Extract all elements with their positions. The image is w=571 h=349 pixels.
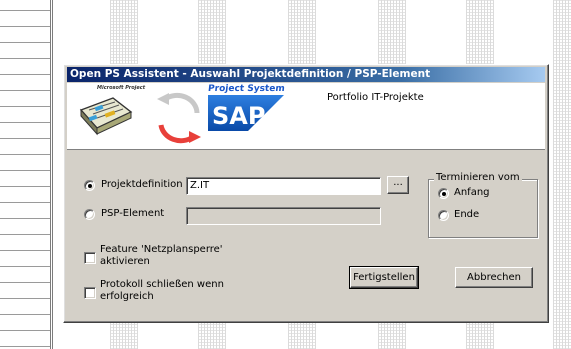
ende-label: Ende <box>454 209 480 220</box>
protokoll-checkbox[interactable] <box>84 287 96 299</box>
protokoll-label-line1: Protokoll schließen wenn <box>100 279 224 290</box>
projektdefinition-label: Projektdefinition <box>101 179 183 190</box>
projektdefinition-input[interactable]: Z.IT <box>186 177 381 195</box>
psp-element-input[interactable] <box>186 207 381 225</box>
netzplansperre-label-line2: aktivieren <box>100 256 150 267</box>
portfolio-text: Portfolio IT-Projekte <box>327 92 424 103</box>
dialog-header-banner: Microsoft Project Project System SAP Por… <box>67 83 545 150</box>
netzplansperre-label-line1: Feature 'Netzplansperre' <box>100 244 223 255</box>
ende-radio[interactable] <box>438 210 449 221</box>
browse-button[interactable]: ... <box>387 176 409 194</box>
psp-element-label: PSP-Element <box>101 208 165 219</box>
sheet-divider-line <box>52 0 53 349</box>
netzplansperre-checkbox[interactable] <box>84 252 96 264</box>
row-header-column <box>0 0 50 349</box>
open-ps-assistant-dialog: Open PS Assistent - Auswahl Projektdefin… <box>63 64 549 323</box>
protokoll-label-line2: erfolgreich <box>100 291 154 302</box>
fertigstellen-button[interactable]: Fertigstellen <box>349 266 419 289</box>
ms-project-label: Microsoft Project <box>97 85 146 91</box>
psp-element-radio[interactable] <box>84 209 95 220</box>
abbrechen-button[interactable]: Abbrechen <box>455 267 533 288</box>
anfang-label: Anfang <box>454 187 490 198</box>
projektdefinition-radio[interactable] <box>84 180 95 191</box>
svg-text:SAP: SAP <box>212 102 265 130</box>
anfang-radio[interactable] <box>438 188 449 199</box>
sheet-column-pattern <box>553 0 571 349</box>
ms-project-logo-icon <box>79 97 133 136</box>
sheet-divider-line <box>50 0 51 349</box>
terminieren-legend: Terminieren vom <box>434 172 522 183</box>
sap-logo-icon: SAP <box>208 95 284 131</box>
dialog-title: Open PS Assistent - Auswahl Projektdefin… <box>70 68 431 80</box>
project-system-label: Project System <box>207 84 286 94</box>
cycle-arrows-icon <box>157 92 201 144</box>
dialog-titlebar[interactable]: Open PS Assistent - Auswahl Projektdefin… <box>67 67 545 82</box>
